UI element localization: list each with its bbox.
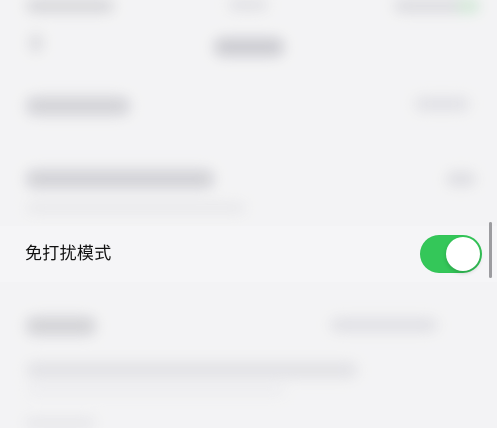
settings-row-1-value — [414, 97, 470, 111]
settings-row-4-value — [330, 318, 438, 332]
toggle-thumb — [446, 237, 480, 271]
bottom-row-fragment — [24, 418, 96, 428]
settings-screen: 免打扰模式 — [0, 0, 497, 428]
back-arrow-icon[interactable] — [30, 34, 42, 52]
page-title — [214, 38, 284, 56]
status-battery-indicator — [458, 0, 478, 12]
scroll-indicator — [489, 222, 492, 278]
status-bar-left — [26, 0, 114, 12]
settings-row-2-description — [26, 203, 246, 213]
status-bar-center — [228, 0, 268, 10]
blurred-background-layer — [0, 0, 497, 428]
settings-row-1-label[interactable] — [26, 97, 130, 115]
settings-row-2-label[interactable] — [26, 170, 214, 188]
settings-row-4-description — [26, 362, 358, 378]
do-not-disturb-label: 免打扰模式 — [25, 244, 112, 264]
settings-row-4-label[interactable] — [26, 317, 96, 335]
settings-row-2-value — [446, 172, 476, 186]
do-not-disturb-toggle[interactable] — [420, 235, 482, 273]
settings-row-4-description-secondary — [26, 386, 286, 396]
